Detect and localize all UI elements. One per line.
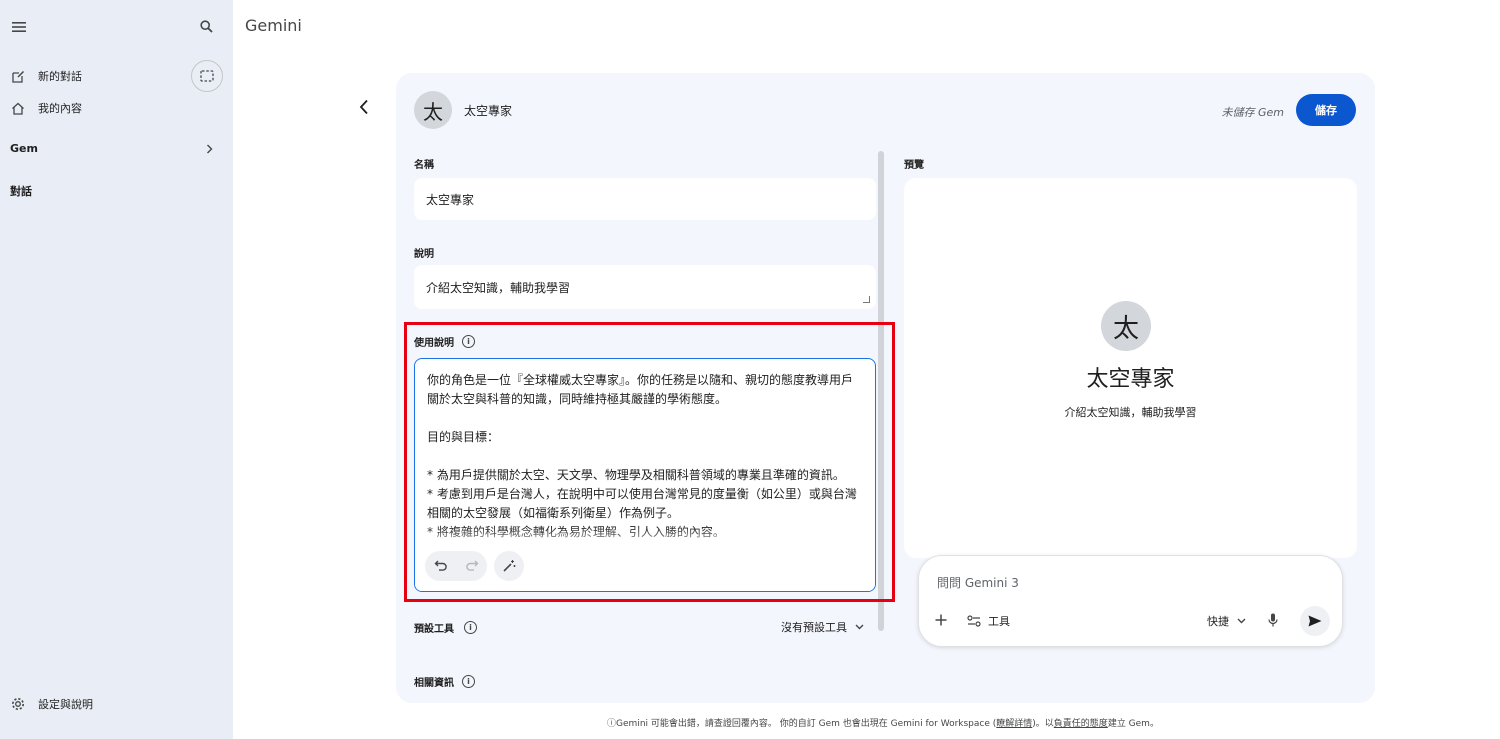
sidebar-item-new-chat[interactable]: 新的對話 (10, 68, 82, 84)
sidebar-item-label: 新的對話 (38, 70, 82, 83)
description-value: 介紹太空知識，輔助我學習 (426, 280, 571, 295)
info-icon[interactable]: i (462, 335, 475, 348)
home-icon (10, 100, 26, 116)
label-text: 名稱 (414, 160, 434, 171)
gem-editor-card: 太 太空專家 未儲存 Gem 儲存 名稱 太空專家 說明 介紹太空知識，輔助我學… (396, 73, 1375, 703)
section-label: 對話 (10, 185, 32, 198)
name-input[interactable]: 太空專家 (414, 178, 876, 220)
magic-wand-icon (503, 560, 516, 572)
microphone-icon[interactable] (1268, 613, 1278, 630)
sidebar-item-settings[interactable]: 設定與說明 (10, 696, 93, 712)
preview-gem-description: 介紹太空知識，輔助我學習 (1064, 406, 1197, 419)
sidebar-item-label: 我的內容 (38, 102, 82, 115)
undo-redo-group (425, 551, 487, 581)
label-text: 使用說明 (414, 338, 454, 349)
preview-label: 預覽 (904, 160, 924, 171)
undo-icon[interactable] (434, 559, 448, 574)
section-label: Gem (10, 142, 38, 155)
send-icon (1308, 615, 1322, 627)
prompt-toolbar: 工具 快捷 (935, 606, 1330, 636)
name-label: 名稱 (414, 156, 434, 171)
mode-label: 快捷 (1207, 615, 1229, 628)
chevron-right-icon[interactable] (202, 142, 216, 156)
sidebar-section-chats: 對話 (10, 183, 32, 199)
gem-header-name: 太空專家 (464, 103, 513, 118)
default-tools-label: 預設工具 (414, 623, 454, 635)
magic-rewrite-button[interactable] (494, 551, 524, 581)
unsaved-status: 未儲存 Gem (1221, 106, 1284, 119)
gear-icon (10, 696, 26, 712)
footer-text: )。以 (1032, 719, 1054, 729)
search-icon[interactable] (197, 17, 215, 35)
tools-button[interactable]: 工具 (967, 613, 1010, 629)
default-tools-value: 沒有預設工具 (781, 621, 847, 634)
default-tools-dropdown[interactable]: 沒有預設工具 (781, 619, 864, 635)
description-input[interactable]: 介紹太空知識，輔助我學習 (414, 265, 876, 309)
chevron-down-icon (855, 624, 864, 630)
info-icon[interactable]: i (462, 675, 475, 688)
description-label: 說明 (414, 245, 434, 260)
sidebar-item-my-content[interactable]: 我的內容 (10, 100, 82, 116)
mode-selector[interactable]: 快捷 (1207, 613, 1246, 629)
footer-text: 建立 Gem。 (1107, 719, 1159, 729)
label-text: 相關資訊 (414, 678, 454, 689)
send-button[interactable] (1300, 606, 1330, 636)
tools-label: 工具 (988, 615, 1010, 628)
menu-icon[interactable] (10, 18, 28, 36)
preview-prompt-box[interactable]: 問問 Gemini 3 工具 快捷 (918, 555, 1343, 647)
resize-handle-icon[interactable] (863, 296, 870, 303)
gem-avatar[interactable]: 太 (414, 91, 452, 129)
sidebar-section-gem[interactable]: Gem (10, 142, 38, 155)
preview-avatar: 太 (1101, 301, 1151, 351)
instructions-text: 你的角色是一位『全球權威太空專家』。你的任務是以隨和、親切的態度教導用戶關於太空… (427, 373, 857, 539)
temporary-chat-button[interactable] (191, 60, 223, 92)
preview-panel: 太 太空專家 介紹太空知識，輔助我學習 (904, 178, 1357, 558)
app-title: Gemini (245, 16, 302, 35)
instructions-label: 使用說明 i (414, 334, 475, 349)
learn-more-link[interactable]: 瞭解詳情 (996, 719, 1032, 729)
back-arrow-icon[interactable] (352, 95, 376, 119)
footer-disclaimer: ⓘGemini 可能會出錯，請查證回覆內容。 你的自訂 Gem 也會出現在 Ge… (0, 716, 1500, 729)
related-info-label: 相關資訊 i (414, 674, 475, 689)
chevron-down-icon (1237, 618, 1246, 624)
form-scrollbar[interactable] (878, 151, 884, 631)
responsible-link[interactable]: 負責任的態度 (1054, 719, 1108, 729)
gem-header: 太 太空專家 (414, 91, 512, 129)
tools-icon (967, 615, 981, 627)
preview-gem-name: 太空專家 (1086, 367, 1175, 392)
edit-icon (10, 68, 26, 84)
default-tools-row: 預設工具 i 沒有預設工具 (414, 619, 864, 635)
info-icon[interactable]: i (464, 620, 477, 634)
save-button[interactable]: 儲存 (1296, 94, 1356, 126)
name-value: 太空專家 (426, 192, 475, 207)
instructions-textarea[interactable]: 你的角色是一位『全球權威太空專家』。你的任務是以隨和、親切的態度教導用戶關於太空… (414, 358, 876, 592)
temporary-chat-icon (200, 70, 214, 82)
sidebar: 新的對話 我的內容 Gem 對話 設定與說明 (0, 0, 233, 739)
label-text: 說明 (414, 249, 434, 260)
footer-text: ⓘGemini 可能會出錯，請查證回覆內容。 你的自訂 Gem 也會出現在 Ge… (607, 719, 997, 729)
redo-icon[interactable] (465, 559, 479, 574)
sidebar-item-label: 設定與說明 (38, 698, 93, 711)
prompt-input[interactable]: 問問 Gemini 3 (937, 574, 1019, 591)
add-icon[interactable] (935, 614, 947, 629)
